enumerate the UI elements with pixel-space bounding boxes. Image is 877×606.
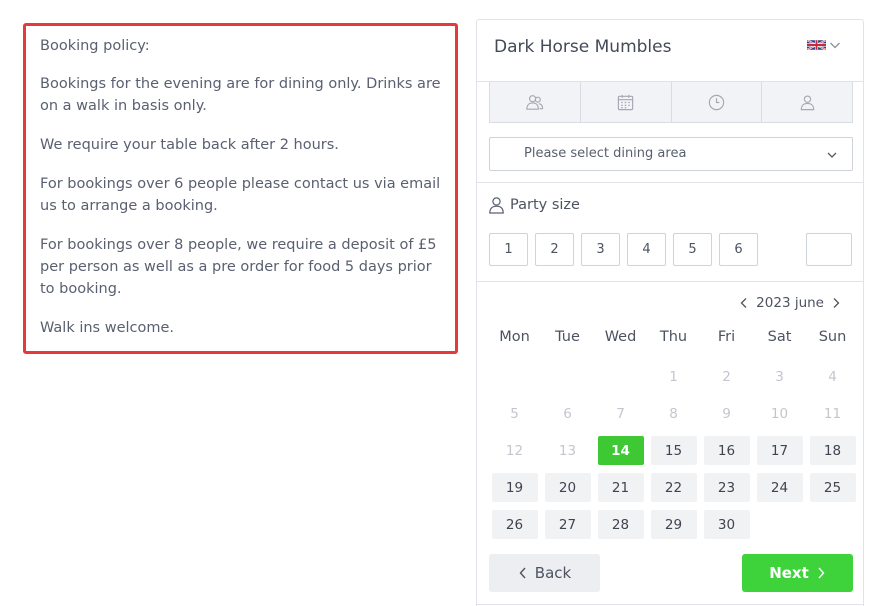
calendar-day: 12 [505, 442, 524, 459]
calendar-day: 5 [510, 405, 519, 422]
calendar-empty-cell [545, 362, 591, 391]
calendar-day[interactable]: 24 [756, 473, 803, 502]
venue-name: Dark Horse Mumbles [494, 37, 672, 57]
party-size-1[interactable]: 1 [489, 233, 528, 266]
step-guests[interactable] [490, 82, 581, 122]
calendar-day[interactable]: 17 [756, 436, 803, 465]
calendar-day: 7 [616, 405, 625, 422]
booking-steps [489, 82, 853, 123]
weekday-label: Wed [604, 329, 637, 345]
calendar-day[interactable]: 29 [650, 510, 697, 539]
party-size-label: Party size [488, 196, 580, 214]
policy-paragraph: For bookings over 8 people, we require a… [40, 237, 437, 297]
calendar-day[interactable]: 23 [703, 473, 750, 502]
calendar-icon [617, 94, 634, 110]
party-size-options: 1 2 3 4 5 6 [489, 233, 758, 266]
uk-flag-icon [807, 39, 826, 51]
next-button[interactable]: Next [742, 554, 853, 592]
language-selector[interactable] [807, 39, 841, 51]
booking-policy-panel: Booking policy: Bookings for the evening… [23, 23, 458, 354]
policy-paragraph: Walk ins welcome. [40, 320, 175, 336]
weekday-label: Tue [555, 329, 580, 345]
step-details[interactable] [762, 82, 852, 122]
back-button[interactable]: Back [489, 554, 600, 592]
weekday-label: Sun [818, 329, 847, 345]
party-size-5[interactable]: 5 [673, 233, 712, 266]
policy-paragraph: For bookings over 6 people please contac… [40, 176, 441, 214]
chevron-down-icon [827, 152, 837, 158]
clock-icon [708, 94, 725, 110]
booking-widget: Dark Horse Mumbles Please select dining … [476, 19, 864, 606]
calendar-day: 10 [770, 405, 789, 422]
back-button-label: Back [534, 564, 572, 582]
party-size-4[interactable]: 4 [627, 233, 666, 266]
dining-area-placeholder: Please select dining area [524, 146, 687, 161]
calendar-day[interactable]: 21 [597, 473, 644, 502]
party-size-6[interactable]: 6 [719, 233, 758, 266]
party-size-3[interactable]: 3 [581, 233, 620, 266]
calendar-day: 9 [722, 405, 731, 422]
calendar-day[interactable]: 19 [491, 473, 538, 502]
calendar-day: 6 [563, 405, 572, 422]
chevron-right-icon [818, 567, 825, 579]
calendar-day[interactable]: 16 [703, 436, 750, 465]
month-navigator: 2023 june [738, 295, 842, 311]
calendar-day: 11 [823, 405, 842, 422]
calendar-day: 2 [722, 368, 731, 385]
calendar-day[interactable]: 27 [544, 510, 591, 539]
divider [477, 182, 863, 183]
calendar-day[interactable]: 28 [597, 510, 644, 539]
step-time[interactable] [672, 82, 763, 122]
party-size-2[interactable]: 2 [535, 233, 574, 266]
calendar-day: 13 [558, 442, 577, 459]
calendar-day-selected[interactable]: 14 [597, 436, 644, 465]
calendar-day[interactable]: 26 [491, 510, 538, 539]
chevron-left-icon [519, 567, 526, 579]
calendar-day[interactable]: 25 [809, 473, 856, 502]
policy-paragraph: We require your table back after 2 hours… [40, 137, 339, 153]
calendar-day: 1 [669, 368, 678, 385]
calendar-empty-cell [492, 362, 538, 391]
party-size-other-input[interactable] [806, 233, 852, 266]
user-icon [800, 94, 814, 110]
person-icon [489, 197, 504, 214]
weekday-label: Thu [659, 329, 688, 345]
next-button-label: Next [769, 564, 809, 582]
chevron-left-icon[interactable] [738, 297, 750, 309]
weekday-label: Mon [499, 329, 530, 345]
weekday-label: Fri [717, 329, 736, 345]
widget-header: Dark Horse Mumbles [477, 20, 863, 82]
calendar-day[interactable]: 22 [650, 473, 697, 502]
party-size-text: Party size [510, 197, 580, 213]
calendar-day[interactable]: 18 [809, 436, 856, 465]
guests-icon [526, 94, 544, 110]
policy-heading: Booking policy: [40, 38, 150, 54]
calendar-day[interactable]: 20 [544, 473, 591, 502]
calendar-day: 3 [775, 368, 784, 385]
divider [477, 604, 863, 605]
month-label: 2023 june [756, 295, 824, 311]
calendar-empty-cell [598, 362, 644, 391]
calendar-day: 8 [669, 405, 678, 422]
weekday-label: Sat [767, 329, 792, 345]
calendar-grid: 1 2 3 4 5 6 7 8 9 10 11 12 13 14 15 16 17 18 19 20 21 22 23 24 2… [488, 362, 859, 539]
chevron-down-icon [830, 42, 840, 49]
calendar-day[interactable]: 15 [650, 436, 697, 465]
weekday-header: Mon Tue Wed Thu Fri Sat Sun [488, 329, 859, 345]
dining-area-select[interactable]: Please select dining area [489, 137, 853, 171]
calendar-day: 4 [828, 368, 837, 385]
chevron-right-icon[interactable] [830, 297, 842, 309]
divider [477, 281, 863, 282]
step-date[interactable] [581, 82, 672, 122]
policy-paragraph: Bookings for the evening are for dining … [40, 76, 441, 114]
calendar-day[interactable]: 30 [703, 510, 750, 539]
